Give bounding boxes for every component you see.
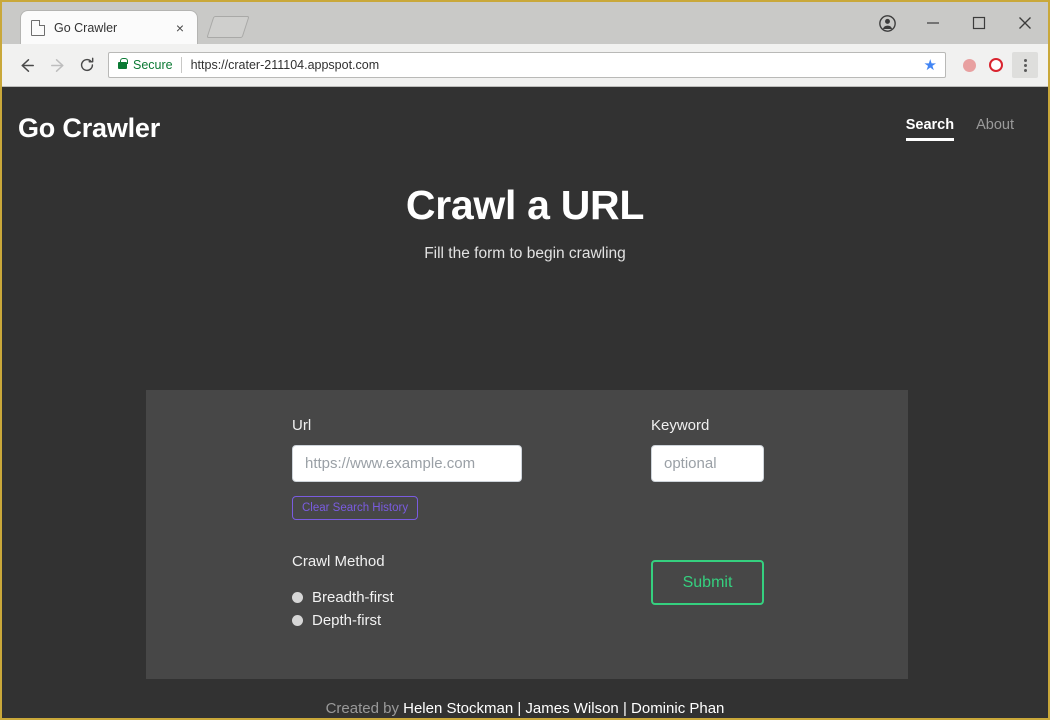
author-3: Dominic Phan (631, 700, 725, 717)
pink-circle-extension-icon[interactable] (957, 53, 981, 77)
close-button[interactable] (1002, 2, 1048, 44)
brand-logo[interactable]: Go Crawler (18, 113, 160, 144)
browser-toolbar: Secure https://crater-211104.appspot.com… (2, 44, 1048, 87)
keyword-label: Keyword (651, 417, 710, 434)
maximize-button[interactable] (956, 2, 1002, 44)
browser-tab[interactable]: Go Crawler × (20, 10, 198, 44)
page-title: Crawl a URL (405, 182, 645, 228)
tab-strip: Go Crawler × (2, 2, 1048, 44)
address-bar[interactable]: Secure https://crater-211104.appspot.com… (108, 52, 946, 78)
nav-item-search[interactable]: Search (905, 117, 955, 141)
page-content: Go Crawler Search About Crawl a URL Fill… (2, 87, 1048, 718)
radio-breadth-first[interactable]: Breadth-first (292, 589, 522, 606)
profile-icon[interactable] (864, 2, 910, 44)
url-input[interactable] (292, 445, 522, 482)
window-controls (864, 2, 1048, 44)
form-left-column: Url Clear Search History Crawl Method Br… (292, 417, 522, 635)
crawl-form-panel: Url Clear Search History Crawl Method Br… (146, 390, 908, 679)
bookmark-star-icon[interactable]: ★ (924, 56, 937, 74)
back-icon[interactable] (12, 50, 42, 80)
radio-depth-first[interactable]: Depth-first (292, 612, 522, 629)
credits-line: Created by Helen Stockman | James Wilson… (2, 700, 1048, 717)
nav-item-about[interactable]: About (976, 117, 1014, 141)
lock-icon (118, 57, 128, 69)
url-text: https://crater-211104.appspot.com (190, 58, 380, 72)
tab-title: Go Crawler (54, 20, 118, 35)
page-footer: Created by Helen Stockman | James Wilson… (2, 700, 1048, 718)
main-nav: Search About (905, 117, 1014, 141)
close-icon[interactable]: × (171, 19, 189, 37)
credits-prefix: Created by (325, 700, 404, 717)
url-label: Url (292, 417, 312, 434)
reload-icon[interactable] (72, 50, 102, 80)
security-badge: Secure (133, 58, 173, 72)
author-separator-1: | (513, 700, 526, 717)
page-icon (31, 19, 45, 36)
radio-label: Depth-first (312, 612, 382, 629)
hero-section: Crawl a URL Fill the form to begin crawl… (2, 182, 1048, 263)
crawl-method-label: Crawl Method (292, 553, 385, 570)
omnibox-divider (180, 57, 182, 73)
new-tab-button[interactable] (206, 16, 250, 38)
crawl-method-group: Crawl Method Breadth-first Depth-first (292, 553, 522, 629)
minimize-button[interactable] (910, 2, 956, 44)
author-2: James Wilson (525, 700, 619, 717)
keyword-input[interactable] (651, 445, 764, 482)
forward-icon (42, 50, 72, 80)
radio-label: Breadth-first (312, 589, 394, 606)
radio-icon (292, 615, 303, 626)
author-1: Helen Stockman (403, 700, 514, 717)
submit-button[interactable]: Submit (651, 560, 764, 605)
radio-icon (292, 592, 303, 603)
opera-extension-icon[interactable] (984, 53, 1008, 77)
author-separator-2: | (618, 700, 632, 717)
browser-window: Go Crawler × Secure https://crater-21110… (0, 0, 1050, 720)
page-subtitle: Fill the form to begin crawling (424, 245, 626, 262)
form-right-column: Keyword Submit (651, 417, 764, 605)
clear-search-history-button[interactable]: Clear Search History (292, 496, 419, 520)
site-header: Go Crawler Search About (2, 87, 1048, 144)
kebab-menu-icon[interactable] (1012, 52, 1038, 78)
